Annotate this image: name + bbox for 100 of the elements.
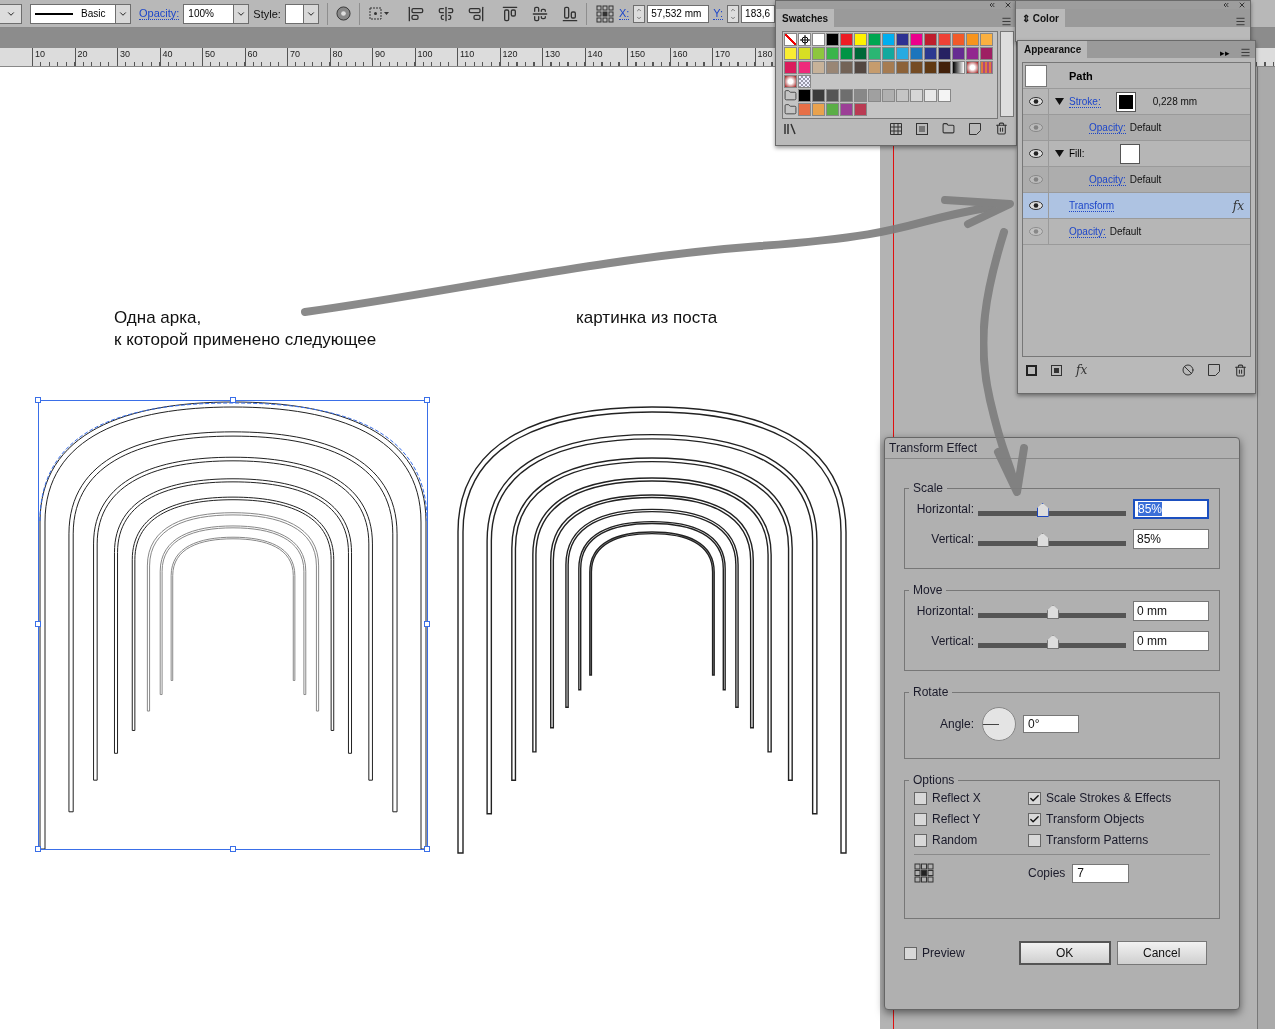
appearance-row[interactable]: Stroke: 0,228 mm — [1023, 89, 1250, 116]
align-top-icon[interactable] — [501, 5, 518, 22]
swatch[interactable] — [882, 33, 895, 46]
swatch[interactable] — [826, 33, 839, 46]
y-field[interactable]: 183,6 — [741, 4, 776, 23]
eye-icon[interactable] — [1028, 149, 1043, 159]
checkbox-label[interactable]: Scale Strokes & Effects — [1028, 791, 1210, 805]
swatch[interactable] — [784, 61, 797, 74]
swatch[interactable] — [826, 89, 839, 102]
opacity-link[interactable]: Opacity: — [1089, 173, 1126, 186]
spinner-icon[interactable] — [633, 4, 646, 23]
align-left-icon[interactable] — [407, 5, 424, 22]
grid-icon[interactable] — [890, 122, 902, 135]
swatch[interactable] — [840, 47, 853, 60]
swatch[interactable] — [826, 61, 839, 74]
swatch[interactable] — [882, 89, 895, 102]
swatch[interactable] — [854, 61, 867, 74]
swatch[interactable] — [854, 47, 867, 60]
appearance-row[interactable]: Opacity: Default — [1023, 115, 1250, 142]
swatch[interactable] — [938, 33, 951, 46]
color-wheel-icon[interactable] — [335, 6, 351, 21]
opacity-field[interactable]: 100% — [183, 3, 250, 24]
swatch[interactable] — [826, 103, 839, 116]
slider-thumb[interactable] — [1047, 635, 1059, 649]
swatch[interactable] — [966, 33, 979, 46]
checkbox[interactable] — [1028, 791, 1041, 805]
swatch[interactable] — [952, 33, 965, 46]
swatch[interactable] — [924, 61, 937, 74]
style-dropdown[interactable] — [284, 3, 319, 24]
slider-thumb[interactable] — [1036, 503, 1049, 517]
x-link[interactable]: X: — [618, 7, 630, 20]
panel-tab[interactable]: Swatches — [776, 9, 835, 27]
swatch[interactable] — [868, 89, 881, 102]
swatch[interactable] — [868, 47, 881, 60]
swatch[interactable] — [840, 89, 853, 102]
delete-icon[interactable] — [995, 122, 1008, 135]
swatch[interactable] — [854, 33, 867, 46]
swatch[interactable] — [938, 89, 951, 102]
spinner-icon[interactable] — [727, 4, 740, 23]
swatch[interactable] — [798, 103, 811, 116]
checkbox[interactable] — [904, 946, 917, 960]
swatch[interactable] — [812, 103, 825, 116]
opacity-link[interactable]: Opacity: — [139, 7, 180, 20]
swatch[interactable] — [826, 47, 839, 60]
swatch[interactable] — [980, 47, 993, 60]
effect-link[interactable]: Transform — [1069, 199, 1115, 212]
swatch[interactable] — [896, 33, 909, 46]
swatch[interactable] — [924, 89, 937, 102]
swatch[interactable] — [910, 33, 923, 46]
swatch[interactable] — [938, 61, 951, 74]
swatch[interactable] — [952, 47, 965, 60]
slider-thumb[interactable] — [1036, 533, 1049, 547]
checkbox-label[interactable]: Transform Patterns — [1028, 833, 1210, 847]
y-link[interactable]: Y: — [713, 7, 724, 20]
appearance-row[interactable]: Fill: — [1023, 141, 1250, 168]
pattern-swatch[interactable] — [798, 75, 811, 88]
reference-point-icon[interactable] — [914, 863, 934, 883]
checkbox-label[interactable]: Random — [914, 833, 1028, 847]
swatch[interactable] — [910, 89, 923, 102]
delete-icon[interactable] — [1234, 363, 1247, 377]
swatch[interactable] — [896, 47, 909, 60]
checkbox[interactable] — [914, 791, 927, 805]
checkbox[interactable] — [1028, 833, 1041, 847]
swatch[interactable] — [882, 61, 895, 74]
swatch[interactable] — [868, 61, 881, 74]
close-icon[interactable] — [1238, 1, 1246, 9]
swatch[interactable] — [924, 33, 937, 46]
eye-icon[interactable] — [1028, 201, 1043, 211]
add-effect-button[interactable]: fx — [1076, 363, 1088, 377]
close-icon[interactable] — [1004, 1, 1012, 9]
swatch[interactable] — [910, 47, 923, 60]
swatch[interactable] — [798, 61, 811, 74]
fill-dropdown[interactable] — [0, 3, 22, 24]
expand-button[interactable]: ▸▸ — [1220, 48, 1230, 59]
disclosure-triangle-icon[interactable] — [1054, 98, 1064, 106]
swatch[interactable] — [868, 33, 881, 46]
swatch[interactable] — [938, 47, 951, 60]
value-field[interactable]: 85% — [1133, 499, 1209, 519]
align-bottom-icon[interactable] — [561, 5, 578, 22]
swatch[interactable] — [896, 61, 909, 74]
swatch[interactable] — [882, 47, 895, 60]
checkbox-label[interactable]: Reflect Y — [914, 812, 1028, 826]
panel-tab[interactable]: ⇕ Color — [1016, 9, 1065, 27]
swatch[interactable] — [854, 103, 867, 116]
swatch[interactable] — [910, 61, 923, 74]
gradient-swatch[interactable] — [784, 75, 797, 88]
filled-square-icon[interactable] — [1051, 364, 1062, 376]
collapse-icon[interactable] — [988, 1, 996, 9]
swatch[interactable] — [784, 47, 797, 60]
registration-swatch[interactable] — [798, 33, 811, 46]
checkbox-label[interactable]: Transform Objects — [1028, 812, 1210, 826]
swatch[interactable] — [812, 89, 825, 102]
pattern-swatch[interactable] — [980, 61, 993, 74]
collapse-icon[interactable] — [1222, 1, 1230, 9]
swatch[interactable] — [854, 89, 867, 102]
angle-field[interactable]: 0° — [1023, 715, 1079, 733]
swatch[interactable] — [812, 33, 825, 46]
list-icon[interactable] — [916, 122, 928, 135]
dialog-button[interactable]: OK — [1018, 941, 1111, 965]
swatch[interactable] — [980, 33, 993, 46]
